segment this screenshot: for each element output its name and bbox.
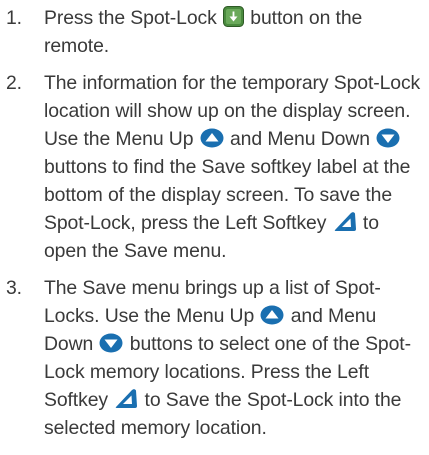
left-softkey-icon [333,211,357,232]
instruction-steps: 1. Press the Spot-Lock button on the rem… [0,4,429,442]
step-number: 1. [6,7,22,29]
menu-down-icon [376,128,400,148]
step-1: 1. Press the Spot-Lock button on the rem… [0,4,429,60]
step-2: 2. The information for the temporary Spo… [0,69,429,265]
step-number: 3. [6,277,22,299]
menu-down-icon [99,333,123,353]
menu-up-icon [200,128,224,148]
step-text: and Menu Down [224,128,376,150]
step-text: Press the Spot-Lock [44,7,222,29]
left-softkey-icon [114,388,138,409]
menu-up-icon [260,305,284,325]
spot-lock-button-icon [223,6,244,27]
step-number: 2. [6,72,22,94]
step-3: 3. The Save menu brings up a list of Spo… [0,274,429,442]
